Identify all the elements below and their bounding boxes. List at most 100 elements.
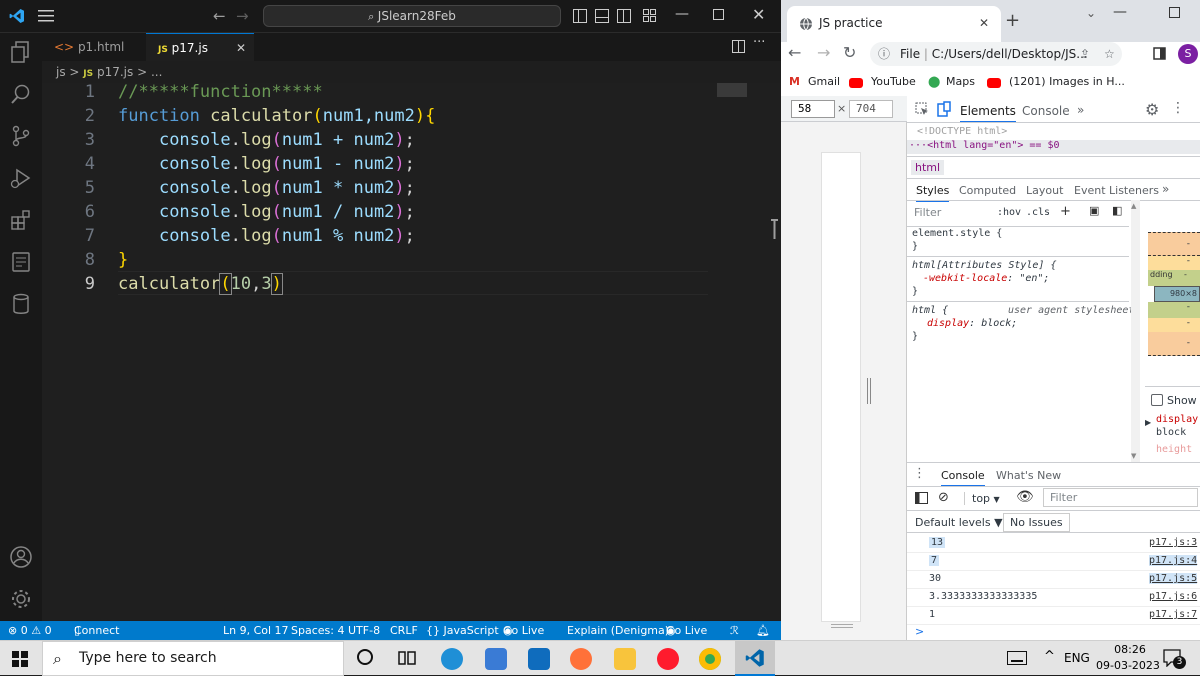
breadcrumb-folder[interactable]: js bbox=[56, 65, 66, 79]
remote-explorer-icon[interactable] bbox=[10, 251, 32, 273]
extensions-icon[interactable] bbox=[10, 209, 32, 231]
settings-gear-icon[interactable]: ⚙ bbox=[1145, 100, 1159, 119]
mail-icon[interactable] bbox=[528, 648, 550, 670]
cortana-icon[interactable] bbox=[357, 649, 373, 665]
edge-icon[interactable] bbox=[441, 648, 463, 670]
resize-handle[interactable] bbox=[867, 378, 871, 404]
command-center-search[interactable]: ⌕ JSlearn28Feb bbox=[263, 5, 561, 27]
minimize-icon[interactable]: — bbox=[675, 6, 689, 22]
resize-handle-bottom[interactable] bbox=[831, 624, 853, 628]
bookmark-maps[interactable]: Maps bbox=[946, 75, 975, 88]
styles-filter-input[interactable]: Filter bbox=[912, 206, 988, 222]
console-log-source-link[interactable]: p17.js:6 bbox=[1149, 591, 1197, 602]
dom-html-node[interactable]: ···<html lang="en"> == $0 bbox=[907, 140, 1200, 154]
css-property[interactable]: -webkit-locale bbox=[923, 273, 1007, 284]
bookmark-star-icon[interactable]: ☆ bbox=[1104, 42, 1115, 66]
box-model[interactable]: - - dding - 980×8 - - - bbox=[1148, 204, 1200, 396]
computed-property[interactable]: display bbox=[1156, 414, 1198, 425]
problems-status[interactable]: ⊗ 0 ⚠ 0 bbox=[8, 621, 52, 640]
forward-arrow-icon[interactable]: → bbox=[236, 7, 249, 25]
resize-handle[interactable] bbox=[768, 219, 781, 239]
profile-avatar[interactable]: S bbox=[1178, 44, 1198, 64]
inspect-element-icon[interactable] bbox=[915, 102, 929, 116]
bookmark-images[interactable]: (1201) Images in H... bbox=[1009, 75, 1125, 88]
tab-console[interactable]: Console bbox=[1022, 104, 1070, 118]
accounts-icon[interactable] bbox=[9, 545, 33, 569]
console-log-source-link[interactable]: p17.js:5 bbox=[1149, 573, 1198, 584]
clock-date[interactable]: 09-03-2023 bbox=[1096, 659, 1160, 672]
console-prompt[interactable]: > bbox=[915, 625, 924, 638]
hov-toggle[interactable]: :hov bbox=[997, 207, 1021, 218]
language-indicator[interactable]: ENG bbox=[1064, 651, 1090, 665]
encoding-status[interactable]: UTF-8 bbox=[348, 621, 380, 640]
layout-toggle-icons[interactable] bbox=[573, 9, 657, 23]
paint-icon[interactable]: ▣ bbox=[1089, 204, 1099, 217]
more-actions-icon[interactable]: ··· bbox=[753, 35, 765, 50]
css-value[interactable]: block; bbox=[981, 318, 1017, 329]
more-style-tabs-icon[interactable]: » bbox=[1162, 182, 1169, 196]
search-view-icon[interactable] bbox=[10, 83, 32, 105]
cls-toggle[interactable]: .cls bbox=[1026, 207, 1050, 218]
viewport-width-input[interactable]: 58 bbox=[791, 100, 835, 118]
chrome-icon[interactable] bbox=[699, 648, 721, 670]
breadcrumb-more[interactable]: ... bbox=[151, 65, 162, 79]
issues-button[interactable]: No Issues bbox=[1003, 513, 1070, 532]
menu-icon[interactable] bbox=[38, 10, 54, 22]
browser-tab[interactable]: JS practice ✕ bbox=[787, 6, 1001, 42]
css-value[interactable]: "en"; bbox=[1019, 273, 1049, 284]
store-icon[interactable] bbox=[485, 648, 507, 670]
console-log-source-link[interactable]: p17.js:4 bbox=[1149, 555, 1198, 566]
side-panel-icon[interactable] bbox=[1153, 47, 1166, 60]
new-style-rule-icon[interactable]: + bbox=[1060, 204, 1071, 219]
tab-elements[interactable]: Elements bbox=[960, 104, 1016, 123]
console-sidebar-icon[interactable] bbox=[915, 492, 928, 504]
explain-denigma[interactable]: Explain (Denigma) bbox=[567, 621, 669, 640]
file-explorer-icon[interactable] bbox=[614, 648, 636, 670]
breadcrumb-file[interactable]: p17.js bbox=[97, 65, 133, 79]
database-icon[interactable] bbox=[10, 293, 32, 315]
indentation-status[interactable]: Spaces: 4 bbox=[291, 621, 344, 640]
attributes-style-rule[interactable]: html[Attributes Style] { bbox=[912, 260, 1057, 271]
dom-doctype[interactable]: <!DOCTYPE html> bbox=[917, 126, 1007, 137]
kebab-menu-icon[interactable]: ⋮ bbox=[1171, 100, 1185, 116]
sidebar-toggle-icon[interactable]: ◧ bbox=[1112, 204, 1122, 217]
notification-center-icon[interactable]: 3 bbox=[1163, 649, 1186, 669]
css-property[interactable]: display bbox=[927, 318, 969, 329]
console-log-source-link[interactable]: p17.js:7 bbox=[1149, 609, 1197, 620]
more-tabs-icon[interactable]: » bbox=[1077, 103, 1084, 117]
console-filter-input[interactable]: Filter bbox=[1043, 488, 1198, 507]
tab-layout[interactable]: Layout bbox=[1026, 184, 1063, 197]
vscode-taskbar-button[interactable] bbox=[735, 641, 775, 676]
expand-triangle-icon[interactable]: ▶ bbox=[1145, 418, 1151, 427]
computed-property[interactable]: height bbox=[1156, 444, 1192, 455]
show-all-checkbox[interactable] bbox=[1151, 394, 1163, 406]
manage-gear-icon[interactable] bbox=[9, 587, 33, 611]
run-debug-icon[interactable] bbox=[10, 167, 32, 189]
windows-start-icon[interactable] bbox=[12, 651, 28, 667]
keyboard-icon[interactable] bbox=[1007, 651, 1027, 665]
drawer-menu-icon[interactable]: ⋮ bbox=[913, 466, 926, 481]
forward-arrow-icon[interactable]: → bbox=[817, 43, 830, 62]
opera-icon[interactable] bbox=[657, 648, 679, 670]
dom-breadcrumb-html[interactable]: html bbox=[911, 160, 945, 175]
tab-close-icon[interactable]: ✕ bbox=[236, 34, 246, 62]
tab-p1-html[interactable]: <> p1.html bbox=[42, 33, 146, 61]
drawer-tab-whats-new[interactable]: What's New bbox=[996, 469, 1061, 482]
clock-time[interactable]: 08:26 bbox=[1108, 643, 1152, 656]
language-mode[interactable]: {} JavaScript bbox=[426, 621, 499, 640]
minimize-icon[interactable]: — bbox=[1113, 4, 1127, 20]
drawer-tab-console[interactable]: Console bbox=[941, 469, 985, 487]
notifications-bell-icon[interactable]: 🔔︎ bbox=[756, 621, 770, 640]
viewport-height-input[interactable]: 704 bbox=[849, 100, 893, 118]
split-editor-icon[interactable] bbox=[732, 40, 745, 53]
explorer-icon[interactable] bbox=[10, 41, 32, 63]
back-arrow-icon[interactable]: ← bbox=[213, 7, 226, 25]
tab-search-chevron-icon[interactable]: ⌄ bbox=[1086, 6, 1096, 20]
taskbar-search[interactable]: ⌕ Type here to search bbox=[42, 641, 344, 676]
source-control-icon[interactable] bbox=[10, 125, 32, 147]
maximize-icon[interactable] bbox=[1169, 7, 1180, 18]
log-levels-dropdown[interactable]: Default levels ▼ bbox=[915, 516, 1003, 529]
live-expression-eye-icon[interactable]: 👁︎ bbox=[1016, 489, 1034, 505]
scroll-up-icon[interactable]: ▲ bbox=[1131, 202, 1136, 210]
chevron-up-icon[interactable]: ^ bbox=[1044, 649, 1055, 664]
